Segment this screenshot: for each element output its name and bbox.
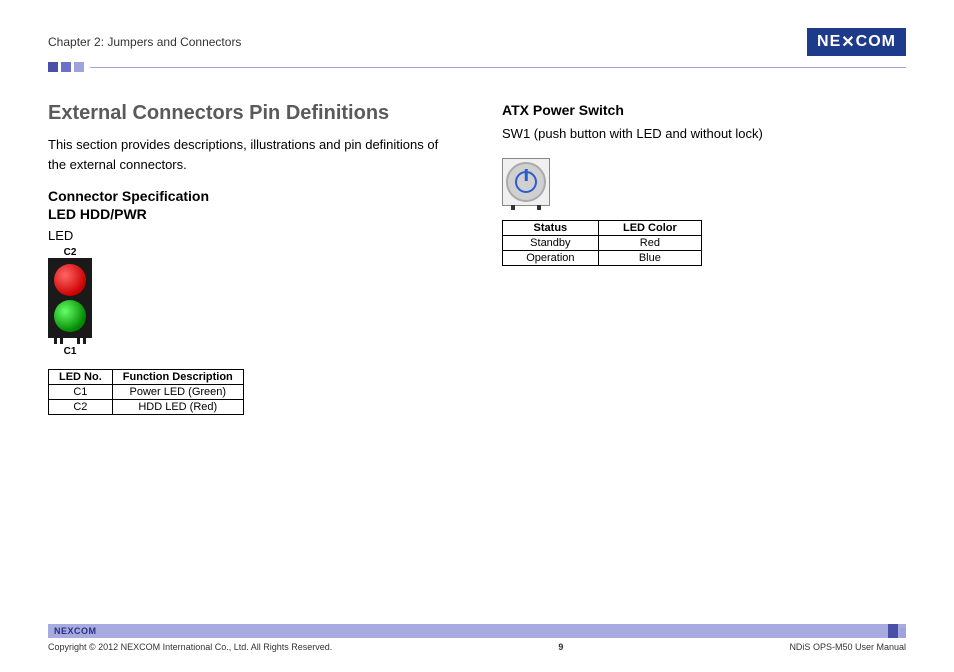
table-row: Operation Blue	[503, 250, 702, 265]
nexcom-logo-top: NE✕COM	[807, 28, 906, 56]
led-table-cell: C1	[49, 385, 113, 400]
led-table-h1: LED No.	[49, 370, 113, 385]
led-figure: C2 C1	[48, 247, 452, 357]
status-table-h1: Status	[503, 220, 599, 235]
power-switch-figure	[502, 158, 550, 206]
header-rule	[48, 62, 906, 72]
status-table-cell: Red	[598, 235, 701, 250]
table-row: C2 HDD LED (Red)	[49, 400, 244, 415]
led-table-cell: C2	[49, 400, 113, 415]
page-number: 9	[558, 642, 563, 652]
nexcom-logo-footer: NEXCOM	[54, 626, 97, 636]
chapter-title: Chapter 2: Jumpers and Connectors	[48, 35, 241, 49]
green-led-icon	[54, 300, 86, 332]
table-row: C1 Power LED (Green)	[49, 385, 244, 400]
status-table-h2: LED Color	[598, 220, 701, 235]
led-table: LED No. Function Description C1 Power LE…	[48, 369, 244, 415]
status-table-cell: Standby	[503, 235, 599, 250]
table-row: Standby Red	[503, 235, 702, 250]
status-table-cell: Operation	[503, 250, 599, 265]
led-table-cell: Power LED (Green)	[112, 385, 243, 400]
status-table-cell: Blue	[598, 250, 701, 265]
led-label: LED	[48, 228, 452, 243]
led-table-cell: HDD LED (Red)	[112, 400, 243, 415]
power-icon	[515, 171, 537, 193]
atx-title: ATX Power Switch	[502, 102, 906, 118]
document-name: NDiS OPS-M50 User Manual	[789, 642, 906, 652]
subheading-connector-spec: Connector Specification	[48, 188, 452, 204]
page-footer: NEXCOM Copyright © 2012 NEXCOM Internati…	[48, 624, 906, 652]
label-c2: C2	[48, 247, 92, 258]
section-intro: This section provides descriptions, illu…	[48, 135, 452, 174]
section-title: External Connectors Pin Definitions	[48, 102, 452, 125]
subheading-led-hdd-pwr: LED HDD/PWR	[48, 206, 452, 222]
label-c1: C1	[48, 346, 92, 357]
atx-desc: SW1 (push button with LED and without lo…	[502, 124, 906, 144]
red-led-icon	[54, 264, 86, 296]
led-table-h2: Function Description	[112, 370, 243, 385]
copyright-text: Copyright © 2012 NEXCOM International Co…	[48, 642, 332, 652]
status-table: Status LED Color Standby Red Operation B…	[502, 220, 702, 266]
